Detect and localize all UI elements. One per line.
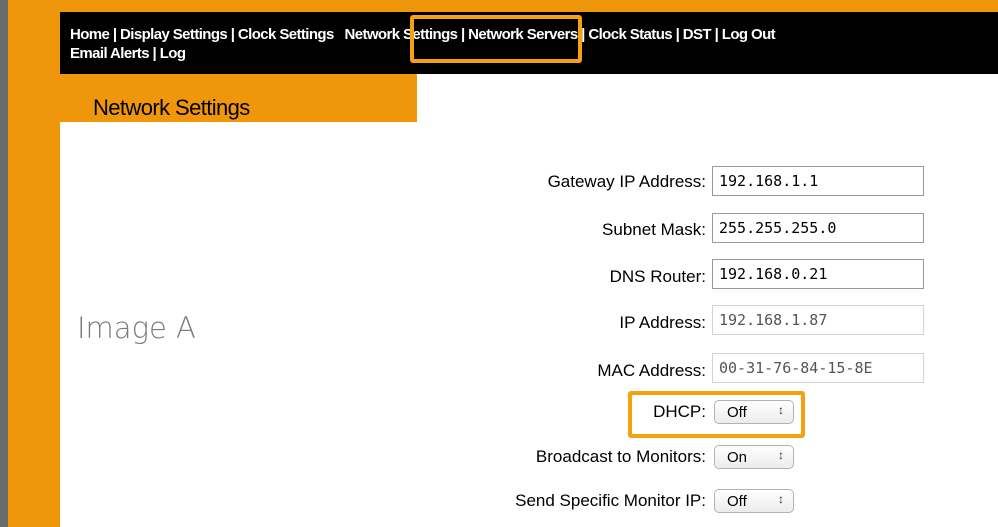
nav-dst[interactable]: DST — [683, 26, 712, 43]
page-frame: Home | Display Settings | Clock Settings… — [0, 0, 998, 527]
broadcast-select[interactable]: On ↕ — [714, 445, 794, 469]
broadcast-select-value: On — [727, 449, 748, 466]
subnet-mask-input[interactable]: 255.255.255.0 — [712, 213, 924, 243]
nav-home[interactable]: Home — [70, 26, 110, 43]
highlight-network-settings — [410, 15, 582, 63]
top-orange-band — [8, 0, 998, 12]
nav-display-settings[interactable]: Display Settings — [120, 26, 228, 43]
mac-address-label: MAC Address: — [597, 361, 706, 380]
nav-separator: | — [112, 26, 117, 43]
ip-address-field: 192.168.1.87 — [712, 305, 924, 335]
nav-separator: | — [230, 26, 235, 43]
nav-clock-status[interactable]: Clock Status — [588, 26, 672, 43]
gateway-ip-input[interactable]: 192.168.1.1 — [712, 166, 924, 196]
page-title: Network Settings — [93, 95, 250, 120]
nav-line-2: Email Alerts | Log — [70, 45, 186, 62]
left-orange-column — [8, 0, 60, 527]
nav-separator: | — [152, 45, 157, 62]
image-caption: Image A — [77, 311, 196, 345]
specific-monitor-select[interactable]: Off ↕ — [714, 489, 794, 513]
nav-log[interactable]: Log — [160, 45, 186, 62]
mac-address-field: 00-31-76-84-15-8E — [712, 353, 924, 383]
subnet-label: Subnet Mask: — [602, 220, 706, 239]
window-border — [0, 0, 8, 527]
nav-separator: | — [675, 26, 680, 43]
dns-router-input[interactable]: 192.168.0.21 — [712, 259, 924, 289]
gateway-label: Gateway IP Address: — [547, 172, 706, 191]
dns-label: DNS Router: — [609, 267, 706, 286]
highlight-dhcp — [628, 391, 805, 438]
specific-monitor-label: Send Specific Monitor IP: — [515, 491, 706, 510]
nav-log-out[interactable]: Log Out — [722, 26, 776, 43]
nav-clock-settings[interactable]: Clock Settings — [238, 26, 334, 43]
select-arrows-icon: ↕ — [778, 492, 784, 506]
nav-separator: | — [714, 26, 719, 43]
ip-address-label: IP Address: — [619, 313, 706, 332]
nav-email-alerts[interactable]: Email Alerts — [70, 45, 150, 62]
select-arrows-icon: ↕ — [778, 448, 784, 462]
broadcast-label: Broadcast to Monitors: — [535, 447, 706, 466]
specific-monitor-select-value: Off — [727, 493, 747, 510]
